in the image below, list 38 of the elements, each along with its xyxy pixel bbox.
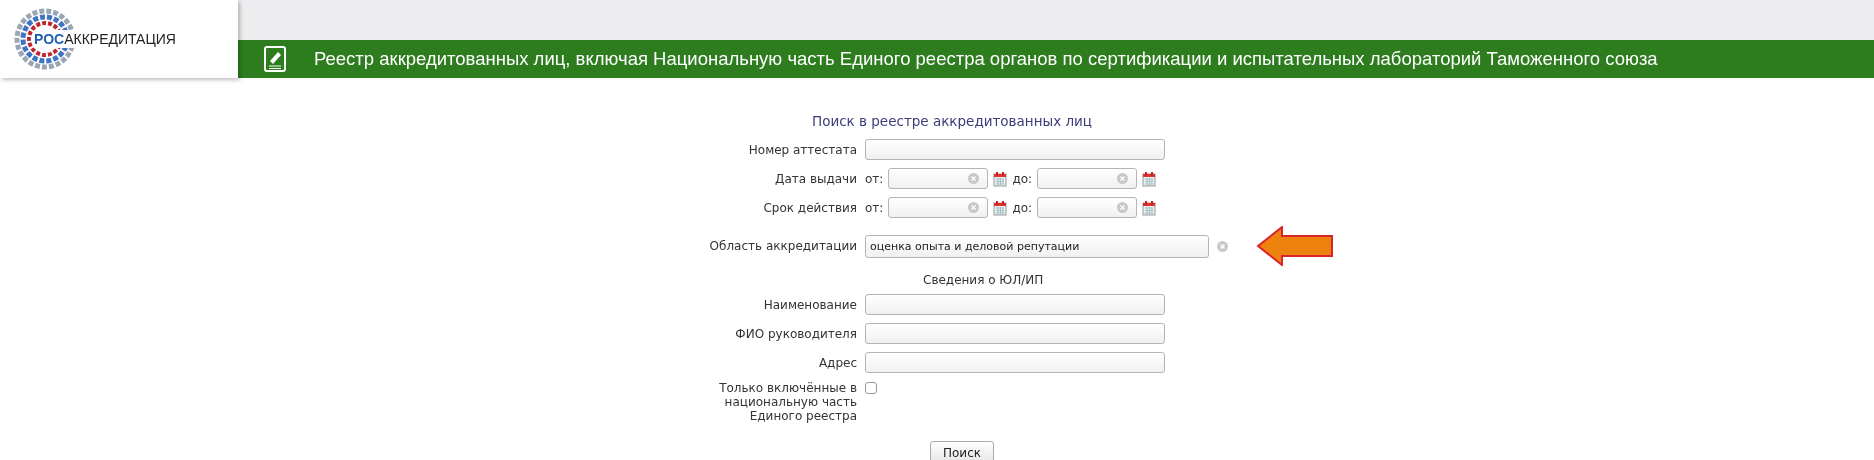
from-label: от: <box>865 199 884 217</box>
calendar-icon[interactable] <box>1142 199 1157 216</box>
input-field[interactable] <box>865 352 1165 374</box>
field-label: Срок действия <box>762 199 858 217</box>
clear-icon[interactable] <box>1217 240 1228 252</box>
date-field[interactable] <box>1037 197 1138 219</box>
from-label: от: <box>865 170 884 188</box>
document-edit-icon <box>264 46 286 72</box>
input-field[interactable] <box>865 323 1165 345</box>
calendar-icon[interactable] <box>993 199 1008 216</box>
field-label: Адрес <box>817 354 858 372</box>
clear-icon[interactable] <box>1117 202 1129 214</box>
field-label: Дата выдачи <box>774 170 858 188</box>
calendar-icon[interactable] <box>1142 170 1157 187</box>
field-label: Наименование <box>762 296 858 314</box>
date-field[interactable] <box>888 197 989 219</box>
to-label: до: <box>1012 199 1033 217</box>
input-field[interactable] <box>865 294 1165 316</box>
input-field[interactable] <box>865 139 1165 161</box>
logo-text: РОСАККРЕДИТАЦИЯ <box>34 29 176 49</box>
field-label: Область аккредитации <box>708 238 858 256</box>
form-title: Поиск в реестре аккредитованных лиц <box>812 112 1093 131</box>
clear-icon[interactable] <box>968 202 980 214</box>
date-field[interactable] <box>1037 168 1138 190</box>
field-label: ФИО руководителя <box>734 325 858 343</box>
to-label: до: <box>1012 170 1033 188</box>
input-field[interactable]: оценка опыта и деловой репутации <box>865 234 1209 258</box>
date-field[interactable] <box>888 168 989 190</box>
clear-icon[interactable] <box>1117 173 1129 185</box>
checkbox[interactable] <box>865 382 877 395</box>
section-heading: Сведения о ЮЛ/ИП <box>922 272 1045 290</box>
page-title: Реестр аккредитованных лиц, включая Национальную часть Единого реестра органов по сертификации и испытательных лабораторий Таможенного союза <box>314 47 1658 72</box>
clear-icon[interactable] <box>968 173 980 185</box>
checkbox-label: Только включённые в национальную часть Единого реестра <box>718 381 858 424</box>
calendar-icon[interactable] <box>993 170 1008 187</box>
search-button[interactable]: Поиск <box>930 441 994 460</box>
field-label: Номер аттестата <box>747 141 858 159</box>
arrow-icon <box>1256 226 1334 267</box>
